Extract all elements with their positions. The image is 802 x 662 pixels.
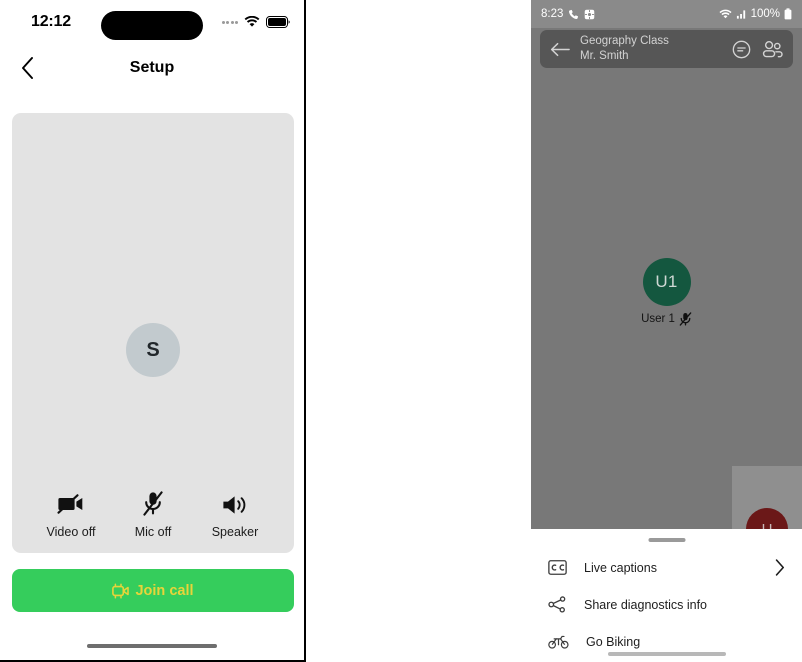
wifi-icon — [244, 16, 260, 27]
app-badge-icon — [585, 9, 595, 19]
bottom-sheet: Live captions Share diagnostics info Go … — [531, 529, 802, 662]
bicycle-icon — [548, 635, 569, 649]
chevron-right-icon[interactable] — [775, 559, 785, 576]
android-phone-screen: 8:23 100% Geography Class Mr. Smith U1 U… — [531, 0, 802, 662]
call-header: Geography Class Mr. Smith — [540, 30, 793, 68]
ios-clock: 12:12 — [31, 13, 71, 30]
self-view-tile[interactable]: U — [732, 466, 802, 550]
participant-name-row: User 1 — [641, 312, 692, 326]
wifi-icon — [719, 9, 732, 18]
speaker-on-icon — [222, 496, 245, 514]
battery-full-icon — [784, 8, 792, 20]
android-status-right: 100% — [719, 8, 792, 20]
participant-name: User 1 — [641, 313, 675, 325]
ios-nav-bar: Setup — [0, 44, 304, 92]
call-header-text: Geography Class Mr. Smith — [580, 35, 669, 62]
mic-toggle-label: Mic off — [134, 525, 172, 539]
battery-percent-label: 100% — [750, 8, 780, 20]
mic-toggle-button[interactable]: Mic off — [122, 491, 184, 539]
bottom-sheet-list: Live captions Share diagnostics info Go … — [531, 549, 802, 660]
phone-call-icon — [569, 9, 579, 19]
back-button[interactable] — [550, 42, 570, 57]
home-indicator — [87, 643, 217, 648]
sheet-item-label: Go Biking — [586, 634, 641, 649]
android-status-left: 8:23 — [541, 8, 595, 20]
participant-tile: U1 User 1 — [531, 258, 802, 326]
sheet-item-label: Live captions — [584, 560, 657, 575]
call-subtitle: Mr. Smith — [580, 49, 629, 62]
call-controls: Video off Mic off Speaker — [12, 491, 294, 539]
video-camera-icon — [112, 582, 130, 599]
ios-status-icons — [221, 16, 291, 28]
back-button[interactable] — [10, 51, 44, 85]
call-title: Geography Class — [580, 35, 669, 48]
drag-handle[interactable] — [648, 538, 685, 542]
android-nav-pill[interactable] — [607, 652, 726, 656]
screenshot-stage: 12:12 Setup S Video off Mic off Speaker … — [0, 0, 802, 662]
page-title: Setup — [129, 59, 175, 76]
battery-full-icon — [266, 16, 290, 28]
android-status-bar: 8:23 100% — [531, 0, 802, 28]
people-icon[interactable] — [762, 40, 783, 59]
video-preview-card: S Video off Mic off Speaker — [12, 113, 294, 553]
share-icon — [548, 596, 566, 613]
call-header-actions — [732, 40, 783, 59]
sheet-item-share-diagnostics[interactable]: Share diagnostics info — [531, 586, 802, 623]
sheet-item-live-captions[interactable]: Live captions — [531, 549, 802, 586]
avatar: S — [126, 323, 180, 377]
video-off-icon — [57, 494, 83, 514]
cellular-dots-icon — [221, 20, 238, 24]
chat-bubble-icon[interactable] — [732, 40, 751, 59]
closed-captions-icon — [548, 560, 567, 575]
participant-avatar: U1 — [642, 258, 691, 306]
video-toggle-button[interactable]: Video off — [40, 492, 102, 539]
join-call-button[interactable]: Join call — [12, 569, 294, 612]
signal-bars-icon — [736, 9, 745, 19]
dynamic-island — [101, 11, 203, 40]
mic-off-icon — [143, 491, 163, 516]
chevron-left-icon — [21, 57, 33, 79]
sheet-item-label: Share diagnostics info — [584, 597, 707, 612]
speaker-toggle-label: Speaker — [211, 525, 259, 539]
ios-phone-screen: 12:12 Setup S Video off Mic off Speaker … — [0, 0, 306, 662]
video-toggle-label: Video off — [46, 525, 96, 539]
speaker-toggle-button[interactable]: Speaker — [204, 494, 266, 539]
ios-status-bar: 12:12 — [0, 0, 304, 44]
android-clock: 8:23 — [541, 8, 564, 20]
mic-muted-icon — [679, 312, 692, 326]
join-call-label: Join call — [135, 582, 194, 599]
